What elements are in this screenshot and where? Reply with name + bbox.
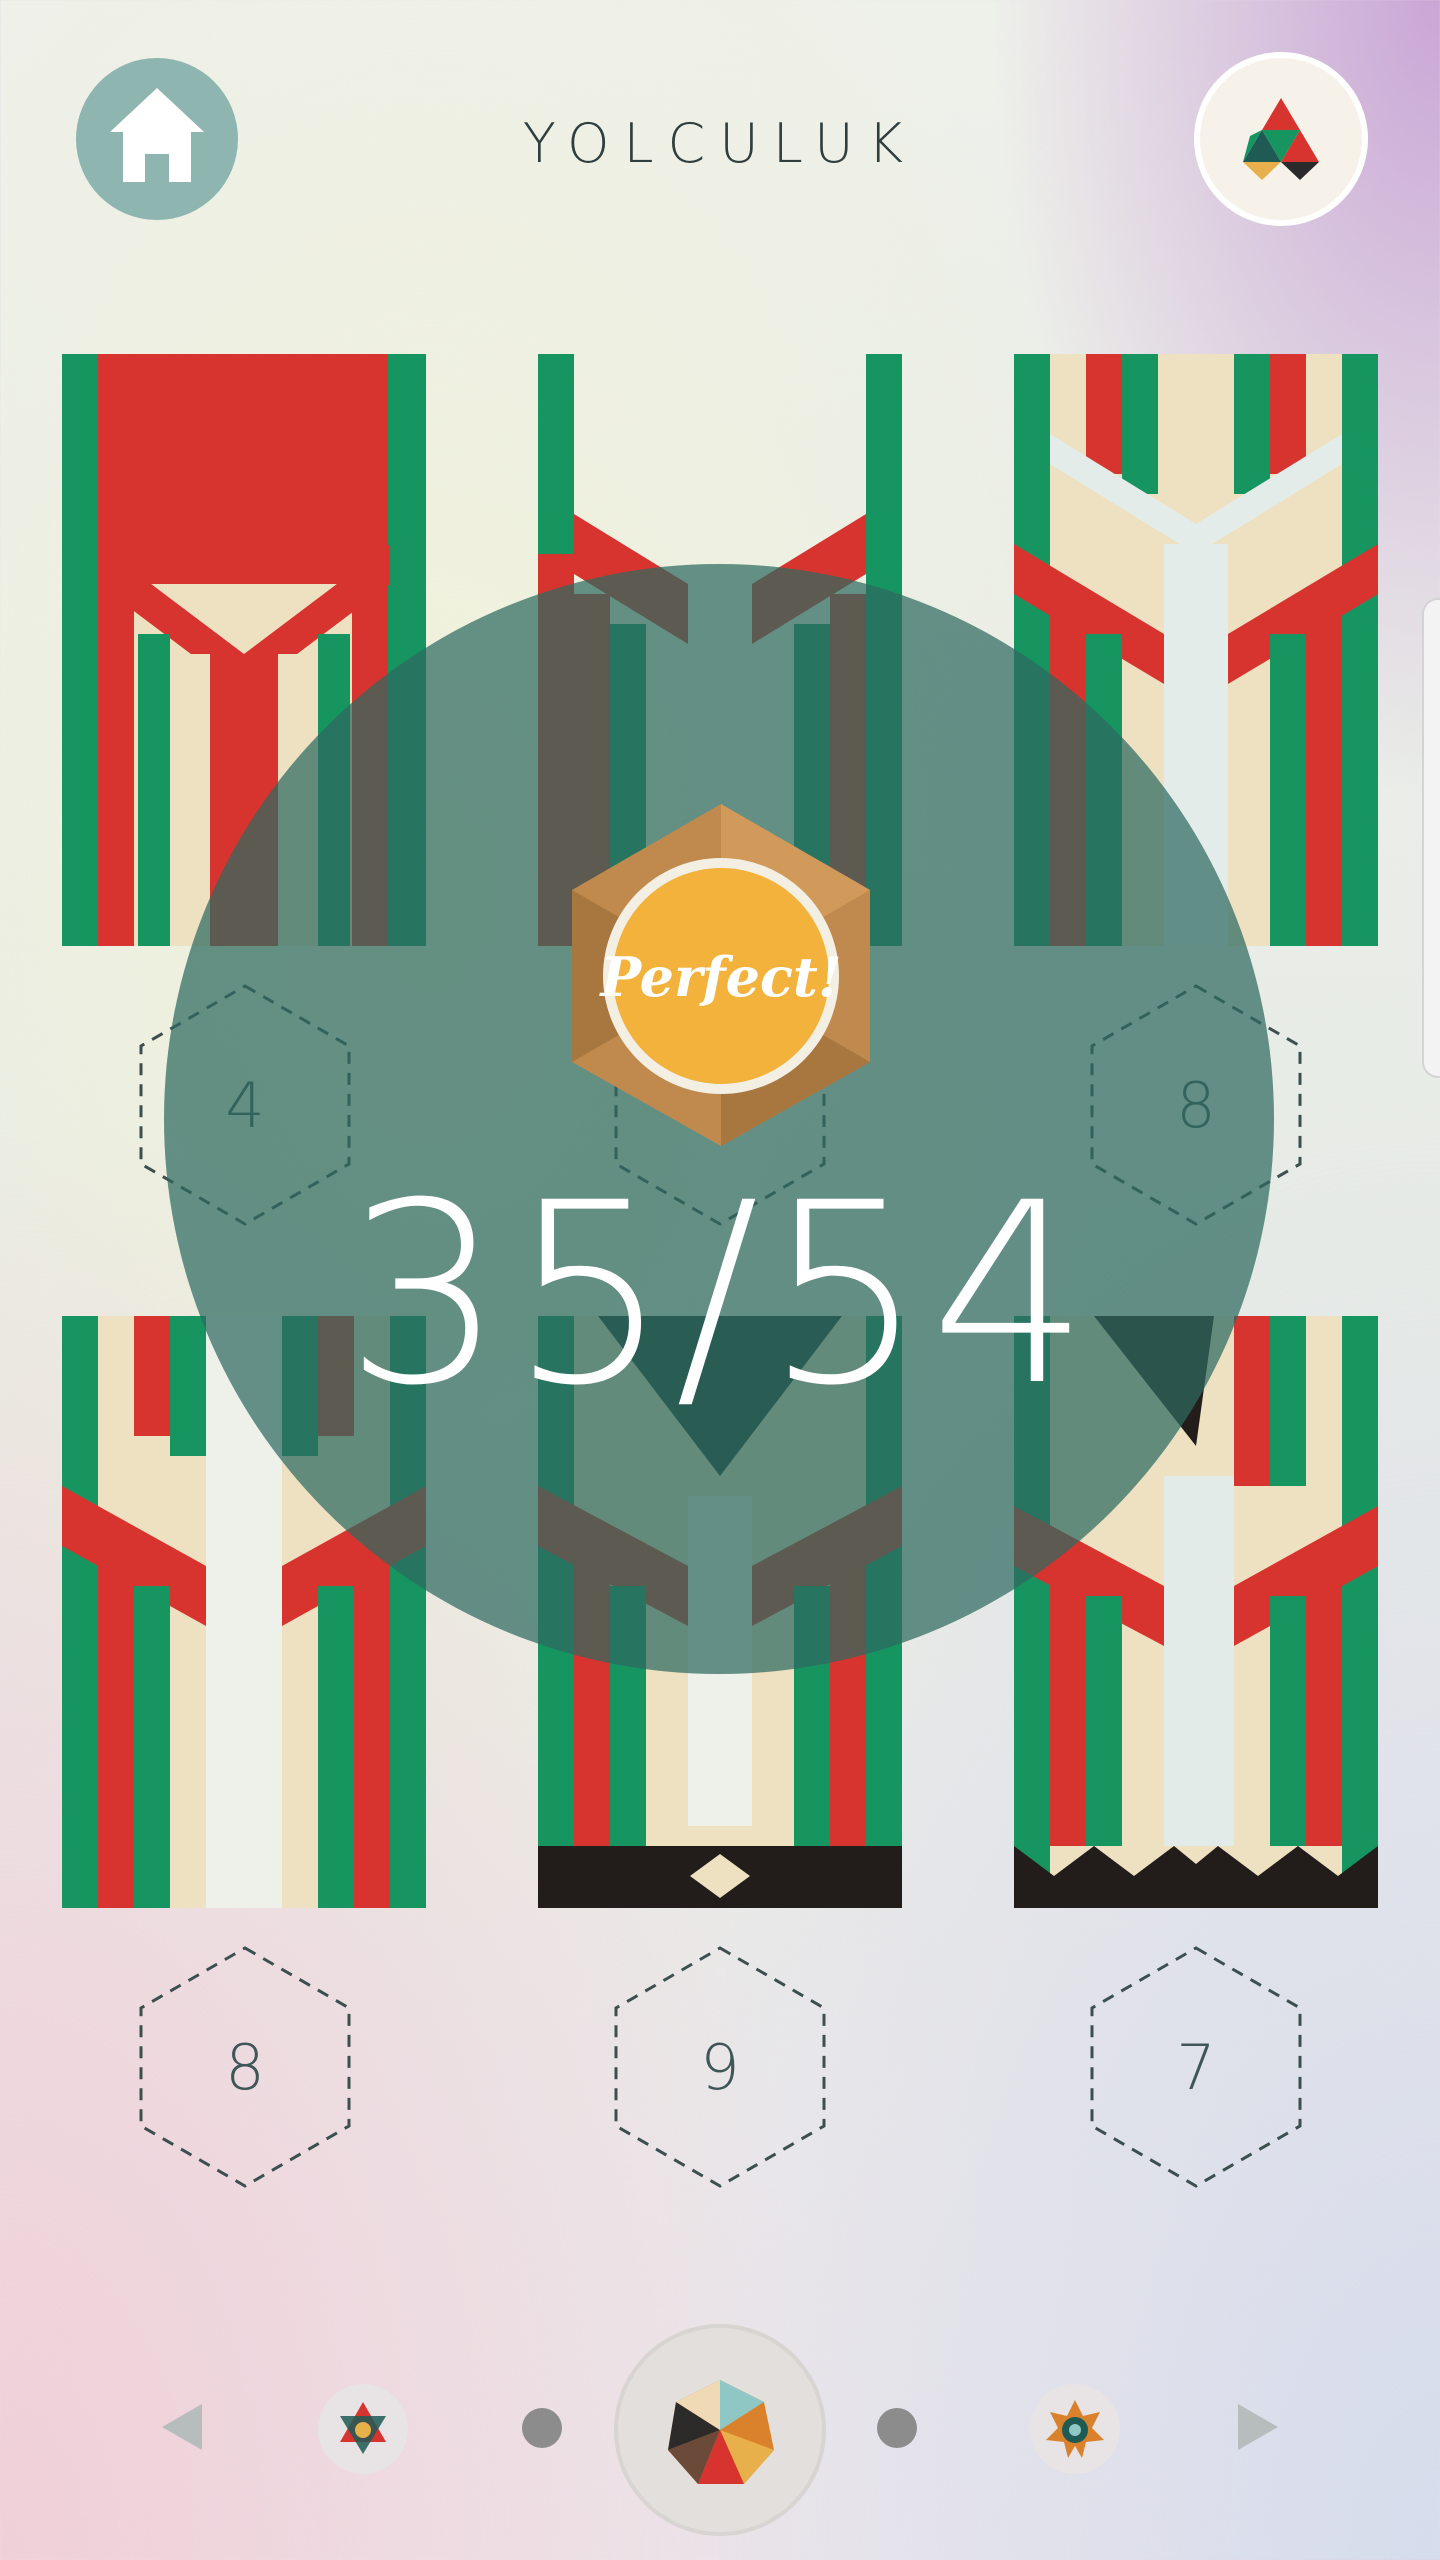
pager-dot[interactable] [877,2408,917,2448]
medal-text: Perfect! [600,945,842,1009]
level-star-button[interactable] [318,2384,408,2474]
perfect-medal: Perfect! [566,800,876,1150]
triangle-emblem-icon [1243,98,1319,180]
edge-panel-handle[interactable] [1424,600,1440,1076]
star-emblem-icon [340,2402,386,2454]
level-badge-4[interactable]: 8 [137,1944,353,2190]
level-current-button[interactable] [614,2324,826,2536]
level-badge-6[interactable]: 7 [1088,1944,1304,2190]
polyhedron-emblem-icon [668,2380,774,2484]
level-badge-5[interactable]: 9 [612,1944,828,2190]
level-sun-button[interactable] [1030,2384,1120,2474]
score-text: 35/54 [344,1149,1096,1440]
badge-number: 7 [1176,2030,1216,2104]
right-arrow-icon[interactable] [1236,2402,1280,2452]
badge-number: 9 [700,2030,740,2104]
sun-emblem-icon [1046,2400,1104,2458]
left-arrow-icon[interactable] [160,2402,204,2452]
badge-number: 8 [225,2030,265,2104]
emblem-button[interactable] [1200,58,1362,220]
pager-dot[interactable] [522,2408,562,2448]
